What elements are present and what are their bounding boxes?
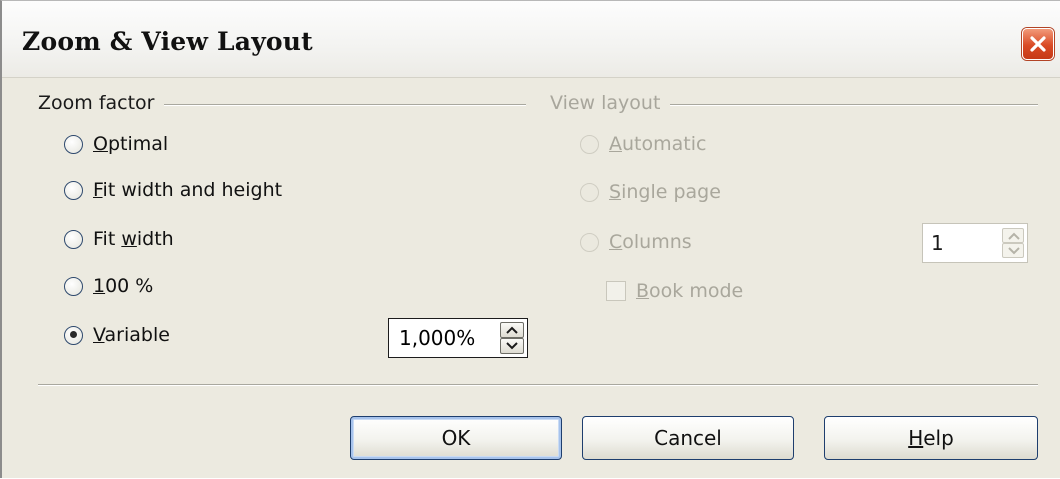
close-x-icon — [1030, 36, 1046, 52]
radio-single-page-label: Single page — [609, 181, 721, 203]
chevron-up-icon — [1008, 232, 1020, 240]
columns-spinbox[interactable]: 1 — [922, 223, 1028, 263]
columns-spin-up-button[interactable] — [1002, 228, 1024, 243]
radio-optimal[interactable]: Optimal — [64, 131, 168, 157]
chevron-down-icon — [1008, 247, 1020, 255]
spin-up-button[interactable] — [500, 322, 524, 338]
radio-fit-width-and-height[interactable]: Fit width and height — [64, 177, 282, 203]
radio-indicator-selected[interactable] — [64, 325, 83, 345]
radio-indicator[interactable] — [64, 276, 83, 296]
columns-spin-down-button[interactable] — [1002, 243, 1024, 258]
radio-indicator-disabled[interactable] — [580, 182, 599, 202]
variable-zoom-spinbox[interactable]: 1,000% — [388, 318, 528, 358]
radio-indicator[interactable] — [64, 134, 83, 154]
checkbox-book-mode-label: Book mode — [636, 280, 744, 302]
variable-zoom-spin-buttons — [500, 322, 524, 354]
close-button[interactable] — [1022, 28, 1054, 60]
radio-fit-width-label: Fit width — [93, 228, 174, 250]
dialog-title: Zoom & View Layout — [22, 27, 313, 56]
help-button[interactable]: Help — [824, 416, 1038, 460]
title-bar[interactable]: Zoom & View Layout — [2, 1, 1060, 78]
checkbox-book-mode[interactable]: Book mode — [606, 278, 743, 304]
radio-columns[interactable]: Columns — [580, 229, 692, 255]
chevron-down-icon — [506, 342, 518, 350]
radio-fit-width-and-height-label: Fit width and height — [93, 179, 283, 201]
radio-optimal-label: Optimal — [93, 133, 169, 155]
radio-selected-dot — [69, 331, 77, 338]
radio-columns-label: Columns — [609, 231, 692, 253]
radio-single-page[interactable]: Single page — [580, 179, 721, 205]
radio-indicator-disabled[interactable] — [580, 232, 599, 252]
zoom-factor-label: Zoom factor — [38, 92, 165, 114]
columns-value[interactable]: 1 — [923, 231, 1002, 255]
spin-down-button[interactable] — [500, 338, 524, 354]
radio-automatic[interactable]: Automatic — [580, 131, 706, 157]
ok-button[interactable]: OK — [350, 416, 562, 460]
radio-indicator-disabled[interactable] — [580, 134, 599, 154]
radio-variable[interactable]: Variable — [64, 322, 170, 348]
button-area-separator — [38, 384, 1038, 386]
radio-indicator[interactable] — [64, 229, 83, 249]
chevron-up-icon — [506, 326, 518, 334]
help-button-accel: H — [908, 426, 924, 450]
radio-variable-label: Variable — [93, 324, 170, 346]
radio-automatic-label: Automatic — [609, 133, 707, 155]
radio-indicator[interactable] — [64, 180, 83, 200]
help-button-label: elp — [923, 426, 954, 450]
view-layout-label: View layout — [550, 92, 671, 114]
variable-zoom-value[interactable]: 1,000% — [389, 326, 500, 350]
radio-fit-width[interactable]: Fit width — [64, 226, 174, 252]
zoom-view-layout-dialog: Zoom & View Layout Zoom factor Optimal F… — [0, 0, 1060, 478]
cancel-button[interactable]: Cancel — [582, 416, 794, 460]
radio-100-percent[interactable]: 100 % — [64, 273, 153, 299]
radio-100-percent-label: 100 % — [93, 275, 154, 297]
columns-spin-buttons — [1002, 228, 1024, 258]
checkbox-indicator-disabled[interactable] — [606, 281, 626, 301]
